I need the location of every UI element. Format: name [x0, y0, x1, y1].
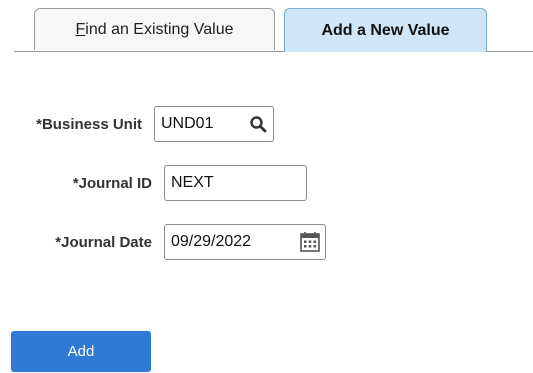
tab-find-mnemonic: F	[75, 20, 86, 38]
tab-find-rest: ind an Existing Value	[85, 20, 234, 38]
journal-id-label: *Journal ID	[72, 174, 152, 192]
journal-id-row: *Journal ID NEXT	[0, 165, 307, 201]
tab-add-new-value[interactable]: Add a New Value	[284, 8, 487, 52]
business-unit-value: UND01	[161, 115, 214, 132]
search-icon[interactable]	[249, 115, 267, 133]
business-unit-label: *Business Unit	[36, 115, 142, 133]
add-button[interactable]: Add	[11, 331, 151, 372]
tab-strip: Find an Existing Value Add a New Value	[0, 0, 533, 52]
journal-id-field[interactable]: NEXT	[164, 165, 307, 201]
journal-date-label: *Journal Date	[55, 233, 152, 251]
calendar-icon[interactable]	[299, 231, 321, 253]
add-journal-page: Find an Existing Value Add a New Value *…	[0, 0, 533, 373]
journal-id-value: NEXT	[171, 174, 214, 191]
business-unit-field[interactable]: UND01	[154, 106, 274, 142]
journal-date-field[interactable]: 09/29/2022	[164, 224, 326, 260]
business-unit-row: *Business Unit UND01	[0, 106, 274, 142]
tab-find-existing-value[interactable]: Find an Existing Value	[34, 8, 275, 50]
tab-add-new-label: Add a New Value	[321, 21, 450, 39]
journal-date-row: *Journal Date 09/29/2022	[0, 224, 326, 260]
journal-date-value: 09/29/2022	[171, 233, 252, 250]
tab-find-existing-label: Find an Existing Value	[75, 21, 233, 39]
